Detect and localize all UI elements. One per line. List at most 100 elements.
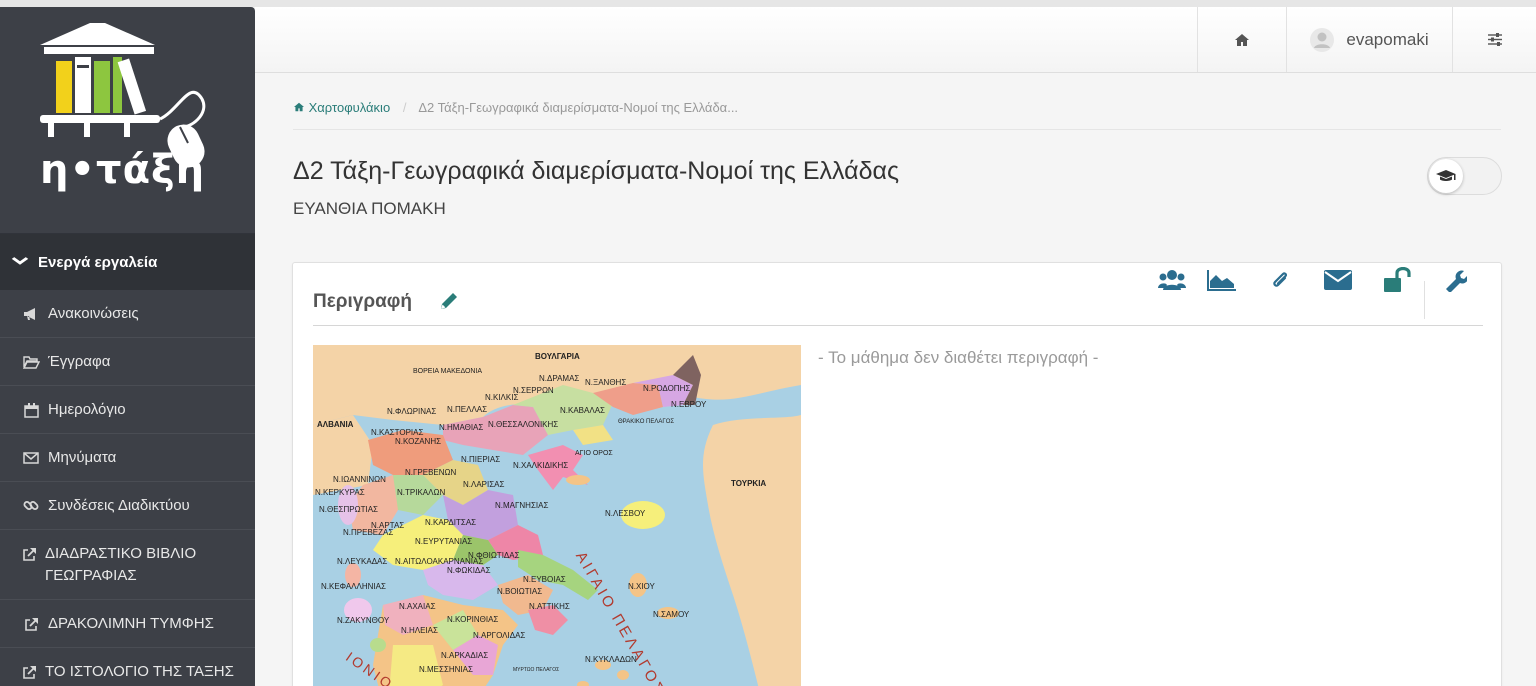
map-label: Ν.ΠΡΕΒΕΖΑΣ [343, 528, 393, 537]
sidebar-item-geography-book[interactable]: ΔΙΑΔΡΑΣΤΙΚΟ ΒΙΒΛΙΟ ΓΕΩΓΡΑΦΙΑΣ [0, 530, 255, 600]
external-link-icon [22, 613, 40, 635]
top-strip [0, 0, 1536, 7]
map-label: Ν.ΕΥΒΟΙΑΣ [523, 575, 566, 584]
pencil-icon [441, 293, 457, 309]
map-label: Ν.ΚΕΡΚΥΡΑΣ [315, 488, 365, 497]
tool-divider [1424, 281, 1425, 319]
map-label-turkey: ΤΟΥΡΚΙΑ [731, 479, 766, 488]
map-label: Ν.ΧΑΛΚΙΔΙΚΗΣ [513, 461, 568, 470]
unlock-icon [1384, 267, 1411, 292]
map-label: Ν.ΠΕΛΛΑΣ [447, 405, 487, 414]
map-label: Ν.ΔΡΑΜΑΣ [539, 374, 579, 383]
sidebar-item-label: ΔΡΑΚΟΛΙΜΝΗ ΤΥΜΦΗΣ [48, 615, 214, 632]
map-label: Ν.ΞΑΝΘΗΣ [585, 378, 626, 387]
no-description-text: - Το μάθημα δεν διαθέτει περιγραφή - [818, 348, 1099, 367]
map-label: Ν.ΧΙΟΥ [628, 582, 656, 591]
map-label: Ν.ΕΒΡΟΥ [671, 400, 707, 409]
map-label: Ν.ΗΜΑΘΙΑΣ [439, 423, 483, 432]
toggle-knob [1429, 159, 1463, 193]
envelope-icon [22, 447, 40, 469]
map-label-north-macedonia: ΒΟΡΕΙΑ ΜΑΚΕΔΟΝΙΑ [413, 368, 482, 375]
users-icon [1158, 270, 1186, 290]
map-label: Ν.ΠΙΕΡΙΑΣ [461, 455, 500, 464]
map-label: Ν.ΕΥΡΥΤΑΝΙΑΣ [415, 537, 472, 546]
map-label: Ν.ΛΕΥΚΑΔΑΣ [337, 557, 387, 566]
description-panel: Περιγραφή ΒΟΥΛΓΑΡΙΑ ΒΟΡΕΙΑ ΜΑΚΕΔΟΝΙΑ ΑΛΒ… [292, 262, 1502, 686]
paperclip-icon [1273, 272, 1288, 287]
breadcrumb: Χαρτοφυλάκιο / Δ2 Τάξη-Γεωγραφικά διαμερ… [293, 100, 738, 115]
map-label-myrtoo: ΜΥΡΤΩΟ ΠΕΛΑΓΟΣ [513, 667, 559, 673]
sidebar-item-label: Συνδέσεις Διαδικτύου [48, 497, 190, 514]
settings-button[interactable] [1452, 7, 1536, 72]
sidebar: η•τάξη Ενεργά εργαλεία Ανακοινώσεις Έγγρ… [0, 7, 255, 686]
map-label: Ν.ΚΟΖΑΝΗΣ [395, 437, 441, 446]
map-label: Ν.ΑΧΑΙΑΣ [399, 602, 436, 611]
sidebar-item-label: Ημερολόγιο [48, 401, 126, 418]
map-label: Ν.ΜΕΣΣΗΝΙΑΣ [419, 665, 473, 674]
attachments-button[interactable] [1263, 263, 1297, 297]
sidebar-item-documents[interactable]: Έγγραφα [0, 338, 255, 386]
statistics-button[interactable] [1205, 263, 1239, 297]
folder-open-icon [22, 351, 40, 373]
top-header: evapomaki [255, 7, 1536, 73]
logo-text: η•τάξη [40, 147, 206, 193]
breadcrumb-home-link[interactable]: Χαρτοφυλάκιο [293, 100, 394, 115]
map-label: Ν.ΚΑΡΔΙΤΣΑΣ [425, 518, 476, 527]
sidebar-item-links[interactable]: Συνδέσεις Διαδικτύου [0, 482, 255, 530]
logo[interactable]: η•τάξη [0, 7, 255, 234]
active-tools-toggle[interactable]: Ενεργά εργαλεία [0, 234, 255, 290]
map-label: Ν.ΒΟΙΩΤΙΑΣ [497, 587, 542, 596]
sidebar-item-calendar[interactable]: Ημερολόγιο [0, 386, 255, 434]
map-label: Ν.ΦΩΚΙΔΑΣ [447, 566, 491, 575]
map-label-albania: ΑΛΒΑΝΙΑ [317, 420, 354, 429]
map-label: Ν.ΓΡΕΒΕΝΩΝ [405, 468, 457, 477]
map-label: Ν.ΤΡΙΚΑΛΩΝ [397, 488, 445, 497]
student-view-toggle[interactable] [1427, 157, 1502, 195]
map-label: Ν.ΗΛΕΙΑΣ [401, 626, 438, 635]
sidebar-item-announcements[interactable]: Ανακοινώσεις [0, 290, 255, 338]
map-label: Ν.ΣΑΜΟΥ [653, 610, 690, 619]
breadcrumb-separator: / [402, 100, 407, 115]
map-label: Ν.ΘΕΣΣΑΛΟΝΙΚΗΣ [488, 420, 558, 429]
area-chart-icon [1207, 270, 1236, 291]
bullhorn-icon [22, 303, 40, 325]
map-label: Ν.ΡΟΔΟΠΗΣ [643, 384, 690, 393]
settings-wrench-button[interactable] [1438, 263, 1472, 297]
message-button[interactable] [1321, 263, 1355, 297]
link-icon [22, 495, 40, 517]
sidebar-item-drakolimni[interactable]: ΔΡΑΚΟΛΙΜΝΗ ΤΥΜΦΗΣ [0, 600, 255, 648]
chevron-down-icon [11, 255, 29, 269]
map-label: Ν.ΙΩΑΝΝΙΝΩΝ [333, 475, 386, 484]
sidebar-item-class-blog[interactable]: ΤΟ ΙΣΤΟΛΟΓΙΟ ΤΗΣ ΤΑΞΗΣ ΜΑΣ ΣΤΗΝ e-me [0, 648, 255, 686]
home-button[interactable] [1197, 7, 1286, 72]
users-button[interactable] [1155, 263, 1189, 297]
map-label: Ν.ΘΕΣΠΡΩΤΙΑΣ [319, 505, 378, 514]
user-menu[interactable]: evapomaki [1286, 7, 1452, 72]
divider [293, 129, 1501, 130]
external-link-icon [22, 543, 37, 565]
page-title: Δ2 Τάξη-Γεωγραφικά διαμερίσματα-Νομοί τη… [293, 157, 900, 185]
edit-description-button[interactable] [438, 290, 460, 317]
sidebar-item-messages[interactable]: Μηνύματα [0, 434, 255, 482]
access-lock-button[interactable] [1381, 263, 1415, 297]
map-label-agio-oros: ΑΓΙΟ ΟΡΟΣ [575, 450, 613, 457]
divider [313, 325, 1483, 326]
map-label: Ν.ΖΑΚΥΝΘΟΥ [337, 616, 390, 625]
external-link-icon [22, 661, 37, 683]
map-label-thracian-sea: ΘΡΑΚΙΚΟ ΠΕΛΑΓΟΣ [618, 419, 674, 425]
home-icon [1235, 33, 1249, 46]
map-label: Ν.ΑΡΓΟΛΙΔΑΣ [473, 631, 525, 640]
map-label: Ν.ΛΕΣΒΟΥ [605, 509, 646, 518]
calendar-icon [22, 399, 40, 421]
map-label: Ν.ΚΙΛΚΙΣ [485, 393, 518, 402]
map-label: Ν.ΚΑΒΑΛΑΣ [560, 406, 605, 415]
breadcrumb-home-label: Χαρτοφυλάκιο [308, 100, 391, 115]
map-label: Ν.ΜΑΓΝΗΣΙΑΣ [495, 501, 548, 510]
sidebar-item-label: ΤΟ ΙΣΤΟΛΟΓΙΟ ΤΗΣ ΤΑΞΗΣ ΜΑΣ ΣΤΗΝ e-me [45, 663, 234, 686]
sliders-icon [1487, 33, 1502, 46]
map-label: Ν.ΑΤΤΙΚΗΣ [529, 602, 570, 611]
panel-title: Περιγραφή [313, 291, 412, 312]
map-label: Ν.ΚΑΣΤΟΡΙΑΣ [371, 428, 423, 437]
graduation-cap-icon [1436, 170, 1456, 181]
course-teacher: ΕΥΑΝΘΙΑ ΠΟΜΑΚΗ [293, 199, 446, 218]
